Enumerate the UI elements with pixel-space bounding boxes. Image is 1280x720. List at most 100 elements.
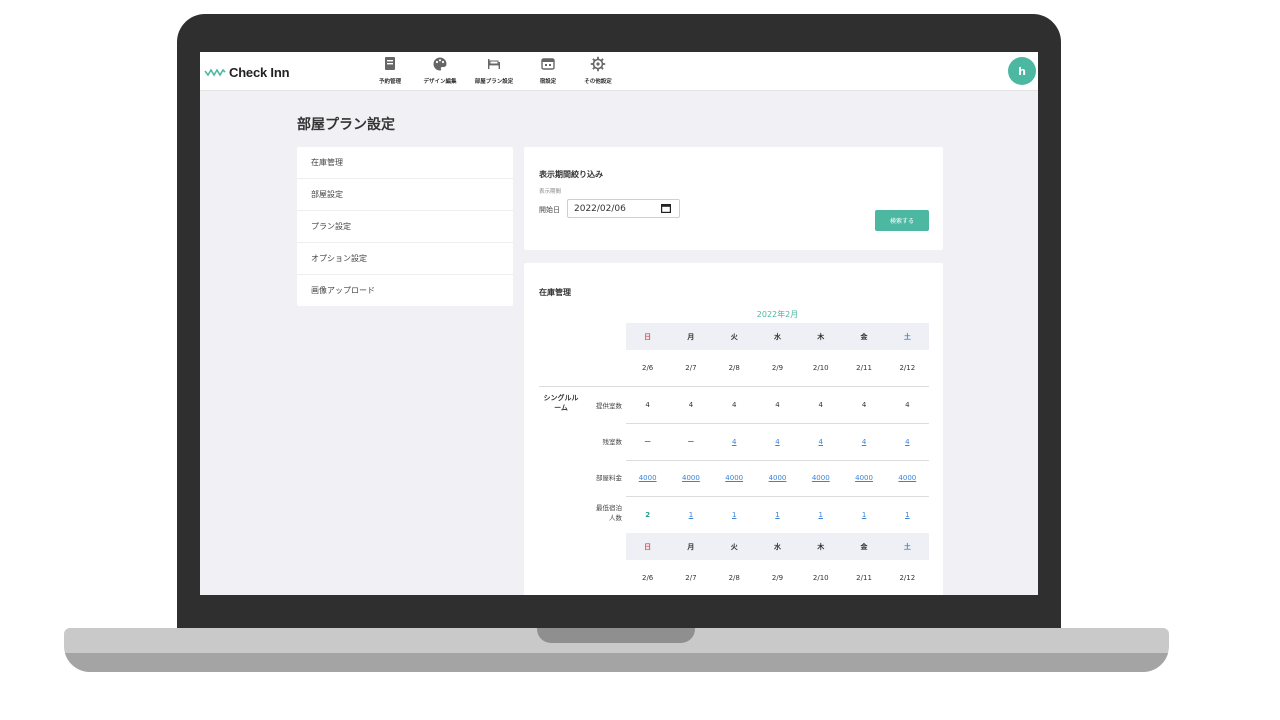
sidebar-item-image-upload[interactable]: 画像アップロード <box>297 275 513 306</box>
offered-cell: 4 <box>688 401 694 409</box>
remaining-link[interactable]: 4 <box>713 424 756 460</box>
date-cell: 2/12 <box>899 364 916 372</box>
nav-item-reservations[interactable]: 予約管理 <box>365 56 415 85</box>
main-nav: 予約管理 デザイン編集 部屋プラン設定 宿設定 その他設定 <box>365 56 623 85</box>
date-cell: 2/7 <box>685 364 697 372</box>
nav-item-room-plan[interactable]: 部屋プラン設定 <box>465 56 523 85</box>
price-link[interactable]: 4000 <box>713 460 756 496</box>
weekday-cell: 月 <box>687 542 695 551</box>
min-stay-link[interactable]: 1 <box>886 497 929 533</box>
bed-icon <box>488 59 500 69</box>
date-cell: 2/12 <box>899 574 916 582</box>
min-stay-link[interactable]: 1 <box>842 497 885 533</box>
weekday-cell: 金 <box>860 542 868 551</box>
remaining-link[interactable]: 4 <box>886 424 929 460</box>
remaining-link[interactable]: 4 <box>756 424 799 460</box>
filter-subtitle: 表示期間 <box>539 189 562 195</box>
weekday-cell: 水 <box>773 542 781 551</box>
top-header: Check Inn 予約管理 デザイン編集 部屋プラン設定 宿設定 その他設定 … <box>200 52 1038 91</box>
weekday-header-row: 日 月 火 水 木 金 土 <box>626 533 929 560</box>
page-title: 部屋プラン設定 <box>297 117 395 133</box>
min-stay-value: 2 <box>645 511 651 519</box>
nav-label: 宿設定 <box>539 79 557 85</box>
sidebar-item-options[interactable]: オプション設定 <box>297 243 513 275</box>
date-cell: 2/9 <box>771 364 784 372</box>
price-link[interactable]: 4000 <box>756 460 799 496</box>
date-cell: 2/9 <box>771 574 784 582</box>
wave-logo-icon <box>204 68 226 77</box>
sidebar-item-plans[interactable]: プラン設定 <box>297 211 513 243</box>
nav-label: その他設定 <box>584 79 612 85</box>
nav-label: 部屋プラン設定 <box>474 79 514 85</box>
min-stay-row: 2 1 1 1 1 1 1 <box>626 497 929 533</box>
laptop-base <box>64 628 1169 672</box>
weekday-cell: 木 <box>817 542 825 551</box>
user-avatar[interactable]: h <box>1008 57 1036 85</box>
weekday-cell: 日 <box>644 332 652 341</box>
offered-cell: 4 <box>861 401 867 409</box>
price-link[interactable]: 4000 <box>669 460 712 496</box>
filter-title: 表示期間絞り込み <box>539 170 603 179</box>
min-stay-link[interactable]: 1 <box>669 497 712 533</box>
remaining-rooms-label: 残室数 <box>602 438 623 446</box>
room-name-line: ーム <box>554 404 568 412</box>
start-date-value: 2022/02/06 <box>574 203 626 214</box>
date-row: 2/6 2/7 2/8 2/9 2/10 2/11 2/12 <box>626 560 929 595</box>
calendar-icon[interactable] <box>661 204 671 213</box>
weekday-header-row: 日 月 火 水 木 金 土 <box>626 323 929 350</box>
price-link[interactable]: 4000 <box>842 460 885 496</box>
offered-rooms-label: 提供室数 <box>596 402 622 410</box>
min-stay-link[interactable]: 1 <box>713 497 756 533</box>
min-stay-link[interactable]: 1 <box>756 497 799 533</box>
search-button[interactable]: 検索する <box>875 210 929 231</box>
offered-cell: 4 <box>818 401 823 409</box>
inn-icon <box>541 58 555 70</box>
offered-rooms-row: 4 4 4 4 4 4 4 <box>626 387 929 424</box>
date-cell: 2/10 <box>812 574 829 582</box>
weekday-cell: 土 <box>903 332 911 341</box>
start-date-label: 開始日 <box>539 206 560 214</box>
weekday-cell: 日 <box>644 542 652 551</box>
remaining-link[interactable]: 4 <box>799 424 842 460</box>
sidebar-item-rooms[interactable]: 部屋設定 <box>297 179 513 211</box>
date-cell: 2/10 <box>812 364 829 372</box>
inventory-card: 在庫管理 2022年2月 日 月 火 水 木 金 土 2/6 2/7 2/8 2… <box>524 263 943 595</box>
nav-item-design[interactable]: デザイン編集 <box>415 56 465 85</box>
date-cell: 2/8 <box>728 574 740 582</box>
date-cell: 2/6 <box>642 364 654 372</box>
weekday-cell: 木 <box>817 332 825 341</box>
room-name: シングルル ーム <box>539 393 583 413</box>
logo[interactable]: Check Inn <box>204 64 290 80</box>
notebook-icon <box>385 57 395 70</box>
date-cell: 2/6 <box>642 574 654 582</box>
app-screen: Check Inn 予約管理 デザイン編集 部屋プラン設定 宿設定 その他設定 … <box>200 52 1038 595</box>
room-price-row: 4000 4000 4000 4000 4000 4000 4000 <box>626 460 929 497</box>
price-link[interactable]: 4000 <box>626 460 669 496</box>
min-stay-link[interactable]: 1 <box>799 497 842 533</box>
date-row: 2/6 2/7 2/8 2/9 2/10 2/11 2/12 <box>626 350 929 386</box>
offered-cell: 4 <box>645 401 650 409</box>
room-name-line: シングルル <box>543 394 579 402</box>
offered-cell: 4 <box>731 401 737 409</box>
date-cell: 2/11 <box>856 574 872 582</box>
sidebar-item-inventory[interactable]: 在庫管理 <box>297 147 513 179</box>
room-price-label: 部屋料金 <box>596 474 622 482</box>
remaining-link[interactable]: 4 <box>842 424 885 460</box>
start-date-input[interactable]: 2022/02/06 <box>567 199 680 218</box>
logo-text: Check Inn <box>229 64 290 80</box>
min-stay-label-line: 人数 <box>609 514 622 522</box>
date-cell: 2/8 <box>728 364 740 372</box>
offered-cell: 4 <box>905 401 910 409</box>
palette-icon <box>433 57 447 71</box>
nav-item-inn-settings[interactable]: 宿設定 <box>523 56 573 85</box>
laptop-base-lower <box>64 653 1169 672</box>
nav-label: デザイン編集 <box>423 79 457 85</box>
remaining-rooms-row: ー ー 4 4 4 4 4 <box>626 424 929 461</box>
price-link[interactable]: 4000 <box>799 460 842 496</box>
weekday-cell: 水 <box>773 332 781 341</box>
price-link[interactable]: 4000 <box>886 460 929 496</box>
weekday-cell: 火 <box>730 542 738 551</box>
nav-item-other-settings[interactable]: その他設定 <box>573 56 623 85</box>
min-stay-label: 最低宿泊 人数 <box>584 503 622 523</box>
offered-cell: 4 <box>775 401 780 409</box>
